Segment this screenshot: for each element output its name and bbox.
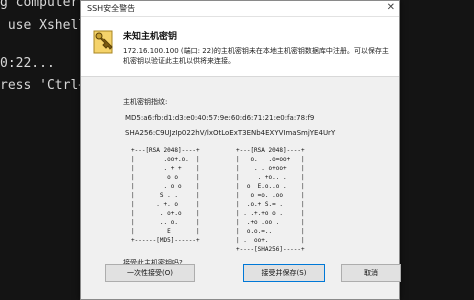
dialog-message: 172.16.100.100 (端口: 22)的主机密钥未在本地主机密钥数据库中… bbox=[123, 47, 389, 65]
dialog-body: 主机密钥指纹: MD5:a6:fb:d1:d3:e0:40:57:9e:60:d… bbox=[81, 78, 401, 300]
accept-once-button[interactable]: 一次性接受(O) bbox=[105, 264, 195, 282]
terminal-line: 0:22... bbox=[0, 56, 55, 71]
dialog-heading: 未知主机密钥 bbox=[123, 32, 178, 42]
ssh-security-warning-dialog: SSH安全警告 ✕ 未知主机密钥 172.16.100.100 (端口: 22)… bbox=[80, 0, 401, 300]
sha256-randomart: +---[RSA 2048]----+ | o. .o=oo+ | | . . … bbox=[236, 147, 305, 253]
sha256-fingerprint: SHA256:C9UJzIp022hV/lxOtLoExT3ENb4EXYVIm… bbox=[125, 129, 336, 137]
close-icon[interactable]: ✕ bbox=[387, 2, 395, 13]
accept-and-save-button[interactable]: 接受并保存(S) bbox=[243, 264, 325, 282]
md5-randomart: +---[RSA 2048]----+ | .oo+.o. | | . + + … bbox=[131, 147, 200, 244]
dialog-titlebar[interactable]: SSH安全警告 ✕ bbox=[81, 1, 399, 17]
dialog-title: SSH安全警告 bbox=[87, 4, 136, 13]
dialog-header: 未知主机密钥 172.16.100.100 (端口: 22)的主机密钥未在本地主… bbox=[81, 17, 399, 77]
cancel-button[interactable]: 取消 bbox=[341, 264, 401, 282]
fingerprint-label: 主机密钥指纹: bbox=[123, 98, 168, 106]
md5-fingerprint: MD5:a6:fb:d1:d3:e0:40:57:9e:60:d6:71:21:… bbox=[125, 114, 315, 122]
key-icon bbox=[93, 30, 113, 54]
